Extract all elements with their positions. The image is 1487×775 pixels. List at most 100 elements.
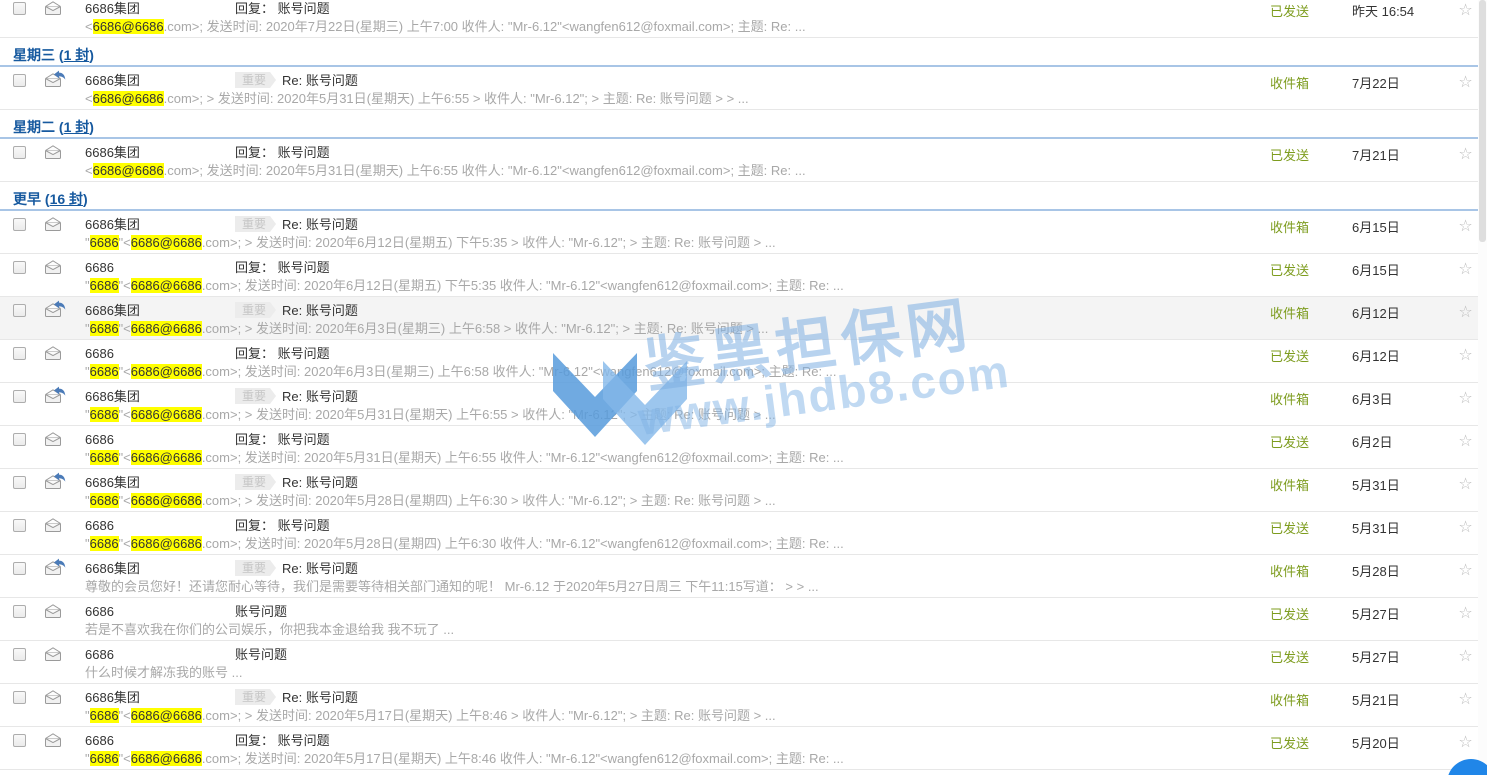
- email-row[interactable]: 6686回复： 账号问题 "6686"<6686@6686.com>; 发送时间…: [0, 254, 1487, 297]
- folder-link[interactable]: 收件箱: [1270, 564, 1309, 579]
- email-content: 6686账号问题 什么时候才解冻我的账号 ...: [85, 645, 1270, 682]
- preview-text: "<: [119, 450, 131, 465]
- folder-link[interactable]: 收件箱: [1270, 478, 1309, 493]
- search-highlight: 6686@6686: [131, 751, 202, 766]
- group-count-link[interactable]: 1 封: [64, 119, 90, 135]
- star-icon[interactable]: ☆: [1458, 2, 1472, 19]
- email-content: 6686回复： 账号问题 "6686"<6686@6686.com>; 发送时间…: [85, 516, 1270, 553]
- email-checkbox[interactable]: [13, 476, 26, 489]
- email-checkbox[interactable]: [13, 691, 26, 704]
- email-row[interactable]: 6686回复： 账号问题 "6686"<6686@6686.com>; 发送时间…: [0, 340, 1487, 383]
- email-row[interactable]: 6686集团重要Re: 账号问题 "6686"<6686@6686.com>; …: [0, 297, 1487, 340]
- folder-link[interactable]: 已发送: [1270, 736, 1309, 751]
- important-tag: 重要: [235, 72, 276, 88]
- email-checkbox[interactable]: [13, 605, 26, 618]
- folder-link[interactable]: 收件箱: [1270, 392, 1309, 407]
- email-preview: "6686"<6686@6686.com>; > 发送时间: 2020年6月3日…: [85, 320, 1270, 338]
- email-row[interactable]: 6686账号问题 什么时候才解冻我的账号 ... 已发送 5月27日 ☆: [0, 641, 1487, 684]
- star-icon[interactable]: ☆: [1458, 476, 1472, 493]
- star-icon[interactable]: ☆: [1458, 562, 1472, 579]
- star-icon[interactable]: ☆: [1458, 691, 1472, 708]
- email-checkbox[interactable]: [13, 734, 26, 747]
- group-count-link[interactable]: 1 封: [64, 47, 90, 63]
- folder-link[interactable]: 收件箱: [1270, 76, 1309, 91]
- email-row[interactable]: 6686回复： 账号问题 "6686"<6686@6686.com>; 发送时间…: [0, 512, 1487, 555]
- preview-text: .com>; 发送时间: 2020年5月31日(星期天) 上午6:55 收件人:…: [164, 163, 806, 178]
- email-row[interactable]: 6686集团重要Re: 账号问题 "6686"<6686@6686.com>; …: [0, 383, 1487, 426]
- folder-link[interactable]: 已发送: [1270, 263, 1309, 278]
- email-row[interactable]: 6686集团重要Re: 账号问题 尊敬的会员您好！还请您耐心等待，我们是需要等待…: [0, 555, 1487, 598]
- reply-arrow-icon: [53, 70, 66, 81]
- email-checkbox[interactable]: [13, 74, 26, 87]
- email-checkbox[interactable]: [13, 519, 26, 532]
- search-highlight: 6686@6686: [131, 278, 202, 293]
- folder-link[interactable]: 已发送: [1270, 607, 1309, 622]
- folder-link[interactable]: 已发送: [1270, 148, 1309, 163]
- preview-text: "<: [119, 493, 131, 508]
- star-icon[interactable]: ☆: [1458, 304, 1472, 321]
- email-date: 5月20日: [1352, 731, 1444, 752]
- preview-text: <: [85, 163, 93, 178]
- email-content: 6686回复： 账号问题 "6686"<6686@6686.com>; 发送时间…: [85, 731, 1270, 768]
- star-icon[interactable]: ☆: [1458, 74, 1472, 91]
- email-content: 6686集团重要Re: 账号问题 "6686"<6686@6686.com>; …: [85, 473, 1270, 510]
- email-row[interactable]: 6686集团回复： 账号问题 <6686@6686.com>; 发送时间: 20…: [0, 0, 1487, 38]
- email-row[interactable]: 6686集团重要Re: 账号问题 "6686"<6686@6686.com>; …: [0, 469, 1487, 512]
- email-checkbox[interactable]: [13, 304, 26, 317]
- folder-link[interactable]: 已发送: [1270, 349, 1309, 364]
- folder-link[interactable]: 收件箱: [1270, 220, 1309, 235]
- group-count: (1 封): [59, 119, 94, 135]
- mail-replied-icon: [44, 389, 62, 405]
- star-icon[interactable]: ☆: [1458, 648, 1472, 665]
- star-icon[interactable]: ☆: [1458, 734, 1472, 751]
- folder-link[interactable]: 已发送: [1270, 435, 1309, 450]
- search-highlight: 6686@6686: [131, 235, 202, 250]
- email-date: 5月21日: [1352, 688, 1444, 709]
- email-row[interactable]: 6686集团回复： 账号问题 <6686@6686.com>; 发送时间: 20…: [0, 139, 1487, 182]
- preview-text: "<: [119, 751, 131, 766]
- preview-text: <: [85, 91, 93, 106]
- star-icon[interactable]: ☆: [1458, 347, 1472, 364]
- search-highlight: 6686@6686: [131, 493, 202, 508]
- email-row[interactable]: 6686账号问题 若是不喜欢我在你们的公司娱乐，你把我本金退给我 我不玩了 ..…: [0, 598, 1487, 641]
- folder-link[interactable]: 收件箱: [1270, 306, 1309, 321]
- preview-text: 尊敬的会员您好！还请您耐心等待，我们是需要等待相关部门通知的呢！ Mr-6.12…: [85, 579, 819, 594]
- folder-link[interactable]: 已发送: [1270, 650, 1309, 665]
- email-checkbox[interactable]: [13, 2, 26, 15]
- email-checkbox[interactable]: [13, 648, 26, 661]
- email-content: 6686集团回复： 账号问题 <6686@6686.com>; 发送时间: 20…: [85, 143, 1270, 180]
- email-checkbox[interactable]: [13, 562, 26, 575]
- email-checkbox[interactable]: [13, 433, 26, 446]
- search-highlight: 6686@6686: [131, 708, 202, 723]
- email-checkbox[interactable]: [13, 218, 26, 231]
- email-checkbox[interactable]: [13, 146, 26, 159]
- email-date: 6月15日: [1352, 258, 1444, 279]
- star-icon[interactable]: ☆: [1458, 218, 1472, 235]
- preview-text: ": [85, 751, 90, 766]
- email-subject: Re: 账号问题: [282, 389, 358, 404]
- star-icon[interactable]: ☆: [1458, 146, 1472, 163]
- star-icon[interactable]: ☆: [1458, 605, 1472, 622]
- email-date: 5月27日: [1352, 645, 1444, 666]
- star-icon[interactable]: ☆: [1458, 519, 1472, 536]
- group-count-link[interactable]: 16 封: [50, 191, 83, 207]
- folder-link[interactable]: 收件箱: [1270, 693, 1309, 708]
- email-row[interactable]: 6686回复： 账号问题 "6686"<6686@6686.com>; 发送时间…: [0, 426, 1487, 469]
- email-checkbox[interactable]: [13, 390, 26, 403]
- email-sender: 6686集团: [85, 688, 235, 707]
- email-row[interactable]: 6686集团重要Re: 账号问题 "6686"<6686@6686.com>; …: [0, 211, 1487, 254]
- folder-link[interactable]: 已发送: [1270, 4, 1309, 19]
- star-icon[interactable]: ☆: [1458, 390, 1472, 407]
- star-icon[interactable]: ☆: [1458, 261, 1472, 278]
- email-row[interactable]: 6686回复： 账号问题 "6686"<6686@6686.com>; 发送时间…: [0, 727, 1487, 770]
- email-row[interactable]: 6686集团重要Re: 账号问题 "6686"<6686@6686.com>; …: [0, 684, 1487, 727]
- email-row[interactable]: 6686集团重要Re: 账号问题 <6686@6686.com>; > 发送时间…: [0, 67, 1487, 110]
- mail-replied-icon: [44, 73, 62, 89]
- star-icon[interactable]: ☆: [1458, 433, 1472, 450]
- scrollbar-thumb[interactable]: [1479, 0, 1486, 242]
- folder-link[interactable]: 已发送: [1270, 521, 1309, 536]
- email-date: 昨天 16:54: [1352, 0, 1444, 20]
- email-sender: 6686集团: [85, 215, 235, 234]
- email-checkbox[interactable]: [13, 261, 26, 274]
- email-checkbox[interactable]: [13, 347, 26, 360]
